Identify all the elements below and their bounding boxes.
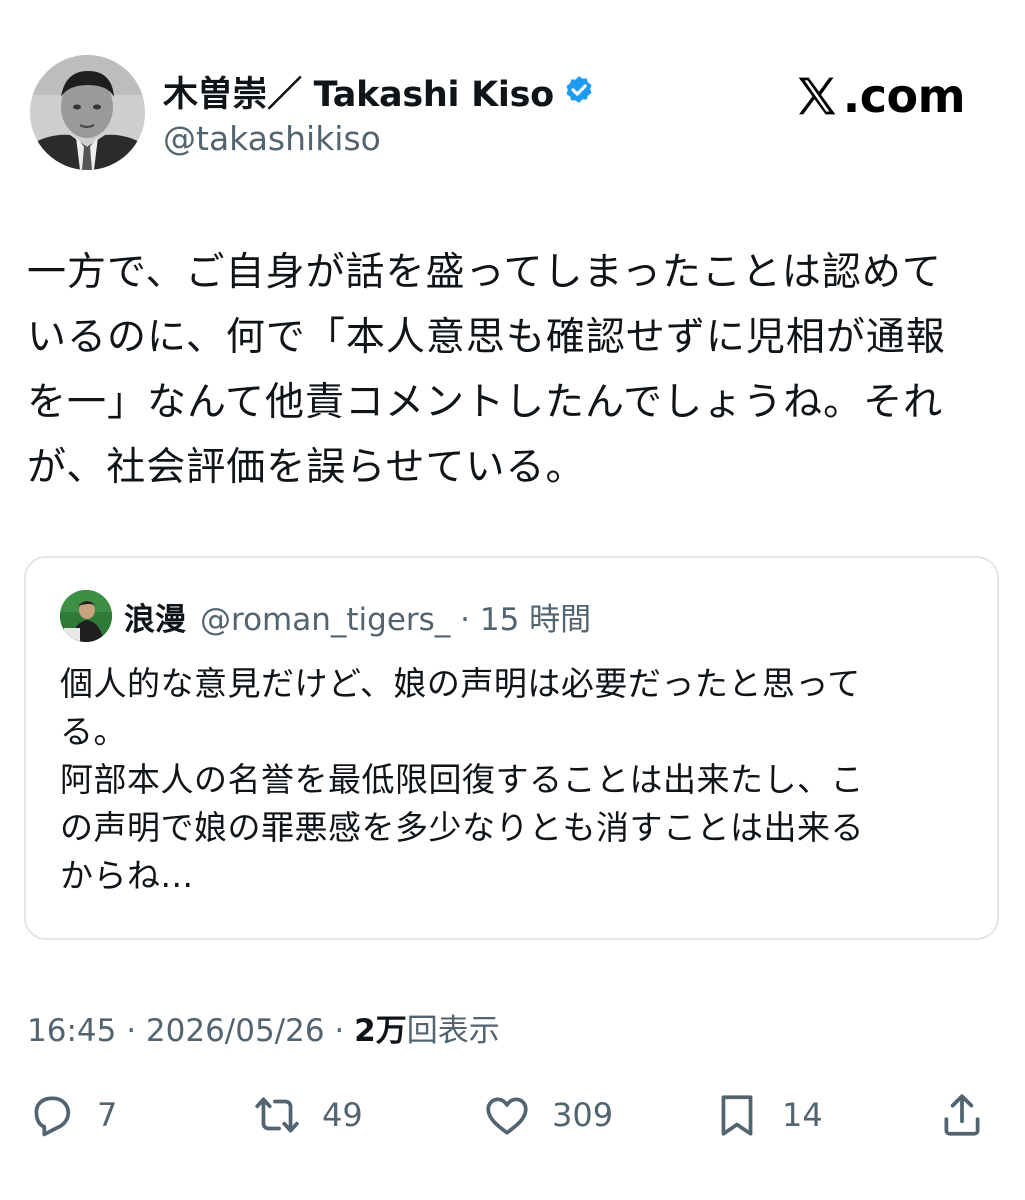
author-handle[interactable]: @takashikiso	[163, 119, 596, 158]
tweet-text-line: いるのに、何で「本人意思も確認せずに児相が通報	[27, 315, 946, 360]
quoted-tweet-header: 浪漫 @roman_tigers_ · 15 時間	[60, 590, 591, 642]
heart-icon	[486, 1097, 528, 1135]
quoted-tweet-text: 個人的な意見だけど、娘の声明は必要だったと思って る。 阿部本人の名誉を最低限回…	[60, 660, 970, 900]
quoted-text-line: 個人的な意見だけど、娘の声明は必要だったと思って	[60, 664, 861, 703]
time-date-text: 16:45 · 2026/05/26 ·	[27, 1013, 355, 1049]
tweet-text: 一方で、ご自身が話を盛ってしまったことは認めて いるのに、何で「本人意思も確認せ…	[27, 240, 1002, 500]
quoted-author-avatar	[60, 590, 112, 642]
tweet-text-line: 一方で、ご自身が話を盛ってしまったことは認めて	[27, 250, 942, 295]
display-name-row: 木曽崇／ Takashi Kiso	[163, 67, 596, 115]
quoted-text-line: 阿部本人の名誉を最低限回復することは出来たし、こ	[60, 760, 864, 799]
repost-button[interactable]: 49	[252, 1085, 363, 1145]
author-names: 木曽崇／ Takashi Kiso @takashikiso	[163, 67, 596, 158]
tweet-text-line: を一」なんて他責コメントしたんでしょうね。それ	[27, 380, 944, 425]
bookmark-icon	[721, 1095, 753, 1136]
tweet-text-line: が、社会評価を誤らせている。	[27, 445, 586, 490]
quoted-text-line: の声明で娘の罪悪感を多少なりとも消すことは出来る	[60, 808, 864, 847]
views-count: 2万	[354, 1013, 407, 1049]
reply-count: 7	[97, 1096, 118, 1134]
quoted-text-line: からね...	[60, 856, 194, 895]
action-bar: 7 49 309 14	[27, 1085, 997, 1145]
author-avatar[interactable]	[30, 55, 145, 170]
tweet-header: 木曽崇／ Takashi Kiso @takashikiso .com	[30, 55, 995, 175]
bookmark-button[interactable]: 14	[712, 1085, 823, 1145]
quoted-avatar-image	[60, 590, 112, 642]
views-label: 回表示	[406, 1013, 500, 1049]
x-com-label: .com	[842, 69, 966, 123]
author-display-name[interactable]: 木曽崇／ Takashi Kiso	[163, 66, 554, 117]
like-count: 309	[552, 1096, 614, 1134]
quoted-tweet-card[interactable]: 浪漫 @roman_tigers_ · 15 時間 個人的な意見だけど、娘の声明…	[24, 556, 999, 940]
quoted-author-name: 浪漫	[124, 601, 186, 638]
x-com-logo: .com	[795, 69, 966, 123]
reply-icon	[34, 1096, 71, 1137]
author-avatar-image	[30, 55, 145, 170]
share-icon	[944, 1094, 980, 1136]
verified-badge-icon	[562, 74, 596, 108]
share-button[interactable]	[937, 1085, 987, 1145]
quoted-author-meta: @roman_tigers_ · 15 時間	[200, 601, 592, 638]
bookmark-count: 14	[782, 1096, 823, 1134]
like-button[interactable]: 309	[482, 1085, 613, 1145]
tweet-timestamp[interactable]: 16:45 · 2026/05/26 · 2万回表示	[27, 1005, 500, 1050]
x-logo-icon	[798, 77, 836, 115]
repost-icon	[255, 1097, 299, 1133]
reply-button[interactable]: 7	[27, 1085, 117, 1145]
repost-count: 49	[322, 1096, 363, 1134]
quoted-text-line: る。	[60, 712, 127, 751]
